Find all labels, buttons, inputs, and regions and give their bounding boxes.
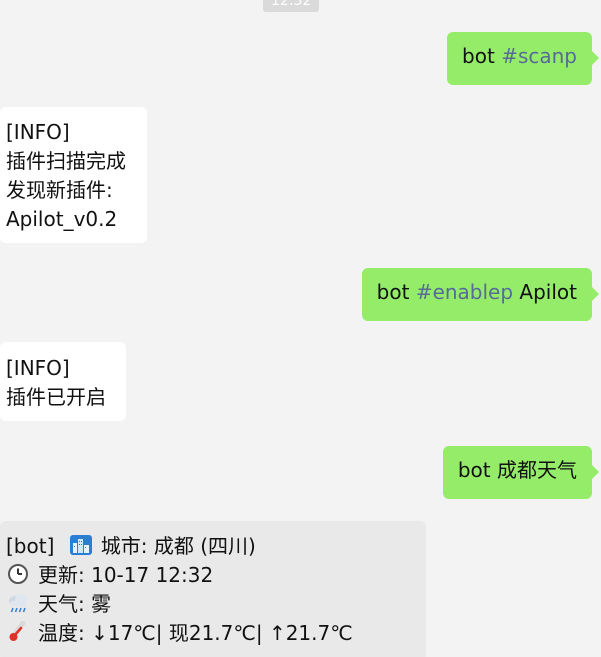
incoming-message-scan-result[interactable]: [INFO] 插件扫描完成 发现新插件: Apilot_v0.2 xyxy=(0,107,147,243)
incoming-message-weather-report[interactable]: [bot] 城市: 成都 (四川) 更新: 10-17 12:32 天气: 雾 … xyxy=(0,521,426,657)
weather-condition-line: 天气: 雾 xyxy=(6,590,412,619)
weather-city-line: [bot] 城市: 成都 (四川) xyxy=(6,532,412,561)
hashtag-link[interactable]: #enablep xyxy=(416,280,513,304)
weather-updated-text: 更新: 10-17 12:32 xyxy=(38,563,214,587)
outgoing-message-scanp[interactable]: bot #scanp xyxy=(447,32,599,85)
incoming-message-plugin-enabled[interactable]: [INFO] 插件已开启 xyxy=(0,342,126,421)
message-line: Apilot_v0.2 xyxy=(6,207,118,231)
message-text: bot xyxy=(462,44,502,68)
weather-condition-text: 天气: 雾 xyxy=(38,592,112,616)
message-timestamp: 12:32 xyxy=(263,0,320,12)
outgoing-message-weather-query[interactable]: bot 成都天气 xyxy=(442,446,600,499)
weather-temperature-text: 温度: ↓17℃| 现21.7℃| ↑21.7℃ xyxy=(38,621,353,645)
thermometer-icon xyxy=(6,621,30,643)
clock-icon xyxy=(6,563,30,585)
chat-window: 12:32 bot #scanp [INFO] 插件扫描完成 发现新插件: Ap… xyxy=(0,0,601,657)
cityscape-icon xyxy=(69,534,93,556)
message-text: bot 成都天气 xyxy=(457,458,577,482)
weather-updated-line: 更新: 10-17 12:32 xyxy=(6,561,412,590)
outgoing-message-enablep[interactable]: bot #enablep Apilot xyxy=(361,268,600,321)
message-line: 插件扫描完成 xyxy=(6,149,126,173)
weather-temperature-line: 温度: ↓17℃| 现21.7℃| ↑21.7℃ xyxy=(6,619,412,648)
message-line: 发现新插件: xyxy=(6,178,113,202)
message-line: [INFO] xyxy=(6,356,70,380)
message-line: 插件已开启 xyxy=(6,385,106,409)
weather-city-text: 城市: 成都 (四川) xyxy=(100,534,256,558)
message-line: [INFO] xyxy=(6,120,70,144)
cloud-rain-icon xyxy=(6,592,30,614)
message-text: bot xyxy=(376,280,416,304)
message-text: Apilot xyxy=(513,280,577,304)
hashtag-link[interactable]: #scanp xyxy=(501,44,577,68)
bot-prefix: [bot] xyxy=(6,534,55,558)
